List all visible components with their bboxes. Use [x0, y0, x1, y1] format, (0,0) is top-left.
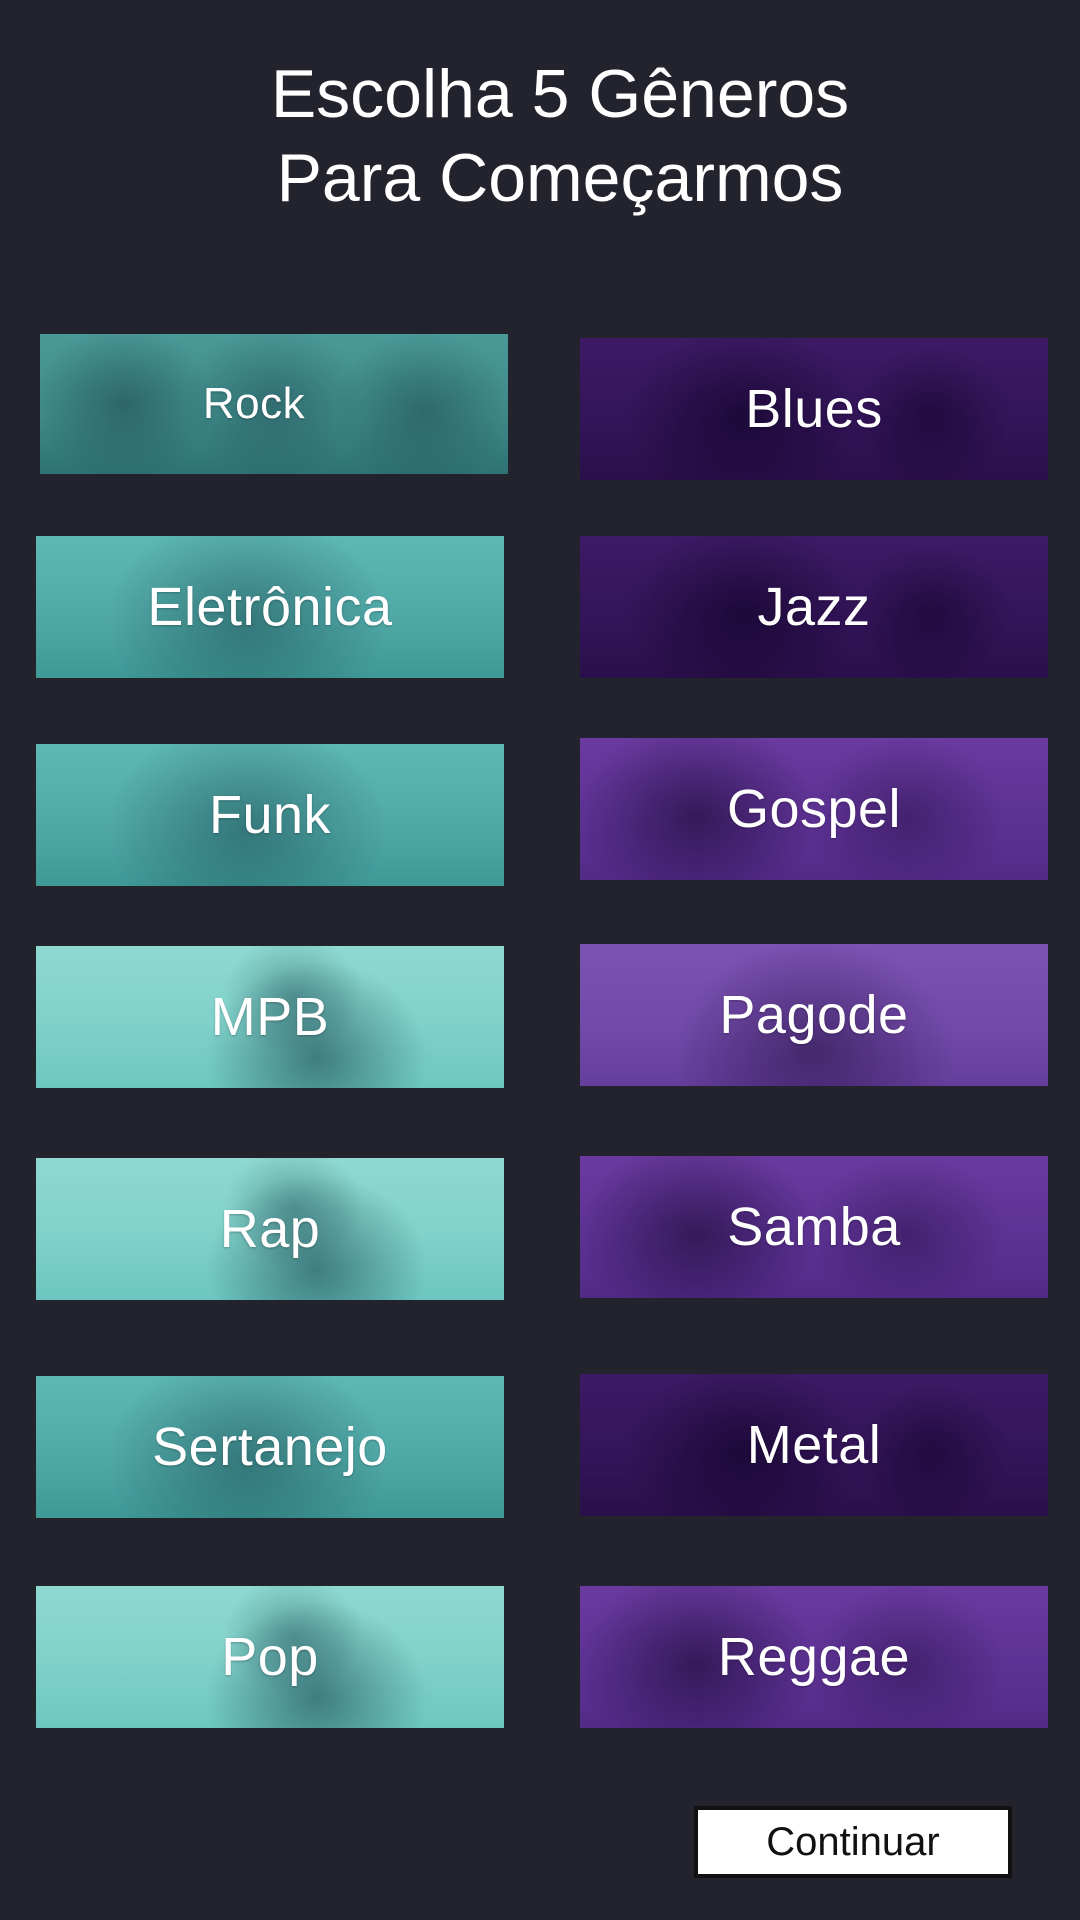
- genre-label-funk: Funk: [208, 785, 332, 845]
- genre-label-samba: Samba: [727, 1197, 901, 1257]
- genre-tile-blues[interactable]: Blues: [580, 338, 1048, 480]
- genre-tile-rap[interactable]: Rap: [36, 1158, 504, 1300]
- genre-tile-sertanejo[interactable]: Sertanejo: [36, 1376, 504, 1518]
- title-line-1: Escolha 5 Gêneros: [270, 56, 850, 132]
- genre-tile-gospel[interactable]: Gospel: [580, 738, 1048, 880]
- genre-tile-funk[interactable]: Funk: [36, 744, 504, 886]
- continue-button-label: Continuar: [766, 1819, 940, 1864]
- genre-selection-screen: Escolha 5 Gêneros Para Começarmos Rock E…: [0, 0, 1080, 1920]
- genre-tile-metal[interactable]: Metal: [580, 1374, 1048, 1516]
- genre-label-pagode: Pagode: [719, 985, 909, 1045]
- genre-label-gospel: Gospel: [726, 779, 902, 839]
- genre-label-rap: Rap: [219, 1199, 321, 1259]
- genre-tile-reggae[interactable]: Reggae: [580, 1586, 1048, 1728]
- genre-label-metal: Metal: [746, 1415, 882, 1475]
- page-title: Escolha 5 Gêneros Para Começarmos: [0, 52, 1080, 220]
- genre-tile-mpb[interactable]: MPB: [36, 946, 504, 1088]
- genre-tile-pop[interactable]: Pop: [36, 1586, 504, 1728]
- genre-tile-rock[interactable]: Rock: [40, 334, 508, 474]
- genre-label-pop: Pop: [221, 1627, 319, 1687]
- genre-label-rock: Rock: [202, 379, 306, 428]
- title-line-2: Para Começarmos: [276, 140, 844, 216]
- genre-tile-eletronica[interactable]: Eletrônica: [36, 536, 504, 678]
- genre-tile-samba[interactable]: Samba: [580, 1156, 1048, 1298]
- genre-tile-pagode[interactable]: Pagode: [580, 944, 1048, 1086]
- genre-label-reggae: Reggae: [717, 1627, 911, 1687]
- continue-button[interactable]: Continuar: [694, 1806, 1012, 1878]
- genre-label-mpb: MPB: [210, 987, 330, 1047]
- genre-label-blues: Blues: [745, 379, 883, 439]
- genre-label-eletronica: Eletrônica: [147, 577, 393, 637]
- genre-tile-jazz[interactable]: Jazz: [580, 536, 1048, 678]
- genre-label-sertanejo: Sertanejo: [152, 1417, 388, 1477]
- genre-label-jazz: Jazz: [757, 577, 871, 637]
